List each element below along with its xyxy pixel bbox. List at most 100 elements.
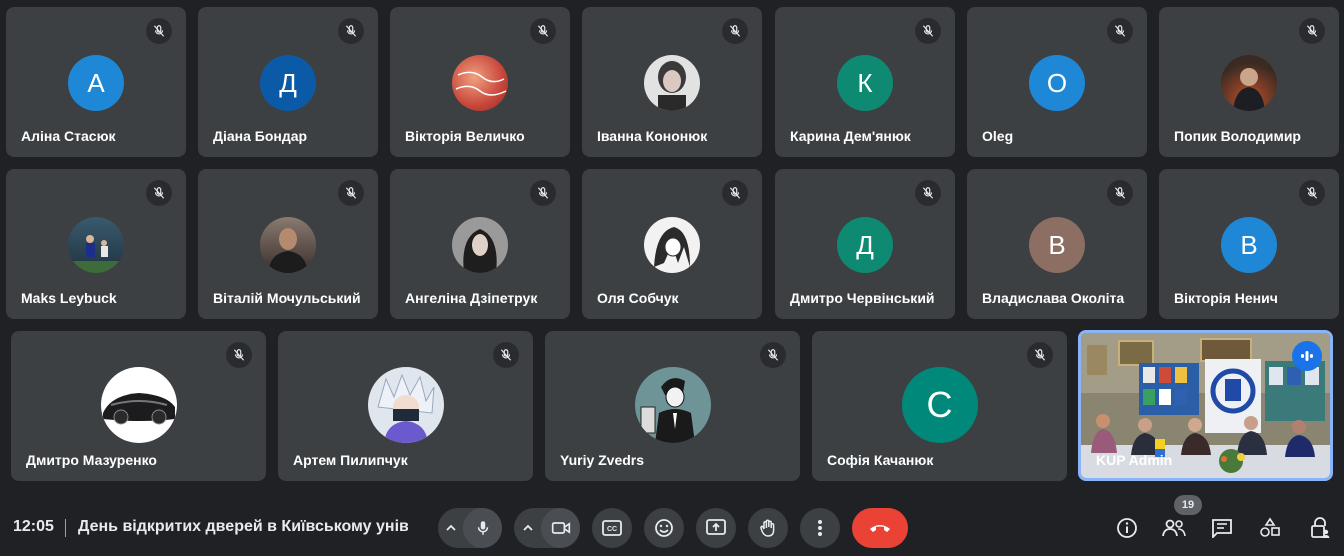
mic-off-icon — [338, 180, 364, 206]
activities-shapes-icon — [1260, 517, 1280, 537]
participant-tile[interactable]: К Карина Дем'янюк — [775, 7, 955, 157]
microphone-control — [438, 508, 502, 548]
mic-off-icon — [915, 180, 941, 206]
participant-name: Карина Дем'янюк — [790, 128, 911, 144]
activities-button[interactable] — [1254, 512, 1286, 544]
microphone-button[interactable] — [463, 508, 502, 548]
participant-tile[interactable]: В Вікторія Ненич — [1159, 169, 1339, 319]
emoji-reactions-button[interactable] — [644, 508, 684, 548]
participant-tile[interactable]: Maks Leybuck — [6, 169, 186, 319]
mic-off-icon — [1107, 18, 1133, 44]
featured-video-tile[interactable]: KUP Admin — [1078, 330, 1333, 481]
mic-off-icon — [146, 180, 172, 206]
participant-tile[interactable]: А Аліна Стасюк — [6, 7, 186, 157]
avatar-photo — [100, 367, 177, 443]
avatar-photo — [260, 217, 316, 273]
participant-tile[interactable]: C Софія Качанюк — [812, 331, 1067, 481]
svg-text:CC: CC — [607, 526, 617, 533]
participant-name: Вікторія Величко — [405, 128, 525, 144]
participant-tile[interactable]: Артем Пилипчук — [278, 331, 533, 481]
participant-name: Софія Качанюк — [827, 452, 934, 468]
camera-button[interactable] — [541, 508, 580, 548]
avatar-initial: В — [1240, 229, 1258, 260]
participant-name: Вікторія Ненич — [1174, 290, 1278, 306]
avatar-photo — [367, 367, 444, 443]
participant-name: Oleg — [982, 128, 1014, 144]
participant-tile[interactable]: Віталій Мочульський — [198, 169, 378, 319]
hang-up-icon — [870, 525, 890, 532]
chat-icon — [1212, 519, 1232, 538]
avatar: А — [68, 55, 124, 111]
participant-name: Аліна Стасюк — [21, 128, 116, 144]
participant-tile[interactable]: Ангеліна Дзіпетрук — [390, 169, 570, 319]
participant-tile[interactable]: Попик Володимир — [1159, 7, 1339, 157]
participant-name: Владислава Околіта — [982, 290, 1125, 306]
participant-name: Попик Володимир — [1174, 128, 1301, 144]
raise-hand-button[interactable] — [748, 508, 788, 548]
avatar-initial: C — [926, 384, 953, 425]
participant-name: Yuriy Zvedrs — [560, 452, 645, 468]
mic-off-icon — [530, 18, 556, 44]
avatar-photo — [634, 367, 711, 443]
leave-call-button[interactable] — [852, 508, 908, 548]
participant-name: Дмитро Червінський — [790, 290, 935, 306]
avatar-photo — [68, 217, 124, 273]
avatar: O — [1029, 55, 1085, 111]
avatar-initial: В — [1048, 229, 1066, 260]
avatar: В — [1221, 217, 1277, 273]
mic-off-icon — [1027, 342, 1053, 368]
info-icon — [1117, 518, 1137, 538]
mic-off-icon — [530, 180, 556, 206]
participant-tile[interactable]: Іванна Кононюк — [582, 7, 762, 157]
meeting-details-button[interactable] — [1111, 512, 1143, 544]
participant-tile[interactable]: Вікторія Величко — [390, 7, 570, 157]
avatar: Д — [260, 55, 316, 111]
avatar-initial: O — [1046, 67, 1068, 98]
mic-off-icon — [338, 18, 364, 44]
avatar: C — [901, 367, 978, 443]
avatar-initial: К — [857, 67, 873, 98]
mic-off-icon — [493, 342, 519, 368]
avatar-initial: Д — [279, 67, 297, 98]
meeting-clock: 12:05 — [13, 518, 54, 535]
participant-name: Оля Собчук — [597, 290, 679, 306]
host-controls-button[interactable] — [1304, 512, 1336, 544]
participant-name: Ангеліна Дзіпетрук — [405, 290, 538, 306]
avatar: В — [1029, 217, 1085, 273]
video-options-chevron-up-icon[interactable] — [514, 508, 541, 548]
avatar: Д — [837, 217, 893, 273]
participant-tile[interactable]: Д Діана Бондар — [198, 7, 378, 157]
participant-name: Віталій Мочульський — [213, 290, 361, 306]
participant-tile[interactable]: Дмитро Мазуренко — [11, 331, 266, 481]
avatar-photo — [1221, 55, 1277, 111]
people-icon — [1162, 519, 1186, 537]
meeting-title: День відкритих дверей в Київському уніве… — [78, 518, 408, 535]
participant-name: Дмитро Мазуренко — [26, 452, 157, 468]
participant-tile[interactable]: O Oleg — [967, 7, 1147, 157]
captions-button[interactable]: CC — [592, 508, 632, 548]
participant-tile[interactable]: В Владислава Околіта — [967, 169, 1147, 319]
mic-off-icon — [1299, 18, 1325, 44]
avatar-initial: Д — [856, 229, 874, 260]
participant-name: Діана Бондар — [213, 128, 308, 144]
captions-icon: CC — [602, 520, 622, 536]
participant-tile[interactable]: Yuriy Zvedrs — [545, 331, 800, 481]
mic-off-icon — [146, 18, 172, 44]
mic-off-icon — [1299, 180, 1325, 206]
hand-icon — [760, 519, 775, 537]
emoji-icon — [655, 519, 673, 537]
participant-name: Maks Leybuck — [21, 290, 117, 306]
lock-person-icon — [1311, 517, 1330, 538]
more-vert-icon — [818, 520, 822, 536]
mic-off-icon — [760, 342, 786, 368]
people-button[interactable] — [1158, 512, 1190, 544]
participant-tile[interactable]: Оля Собчук — [582, 169, 762, 319]
chat-button[interactable] — [1206, 512, 1238, 544]
mic-off-icon — [915, 18, 941, 44]
present-screen-button[interactable] — [696, 508, 736, 548]
participant-tile[interactable]: Д Дмитро Червінський — [775, 169, 955, 319]
avatar-photo — [644, 55, 700, 111]
audio-options-chevron-up-icon[interactable] — [438, 508, 463, 548]
avatar-initial: А — [87, 67, 105, 98]
more-options-button[interactable] — [800, 508, 840, 548]
